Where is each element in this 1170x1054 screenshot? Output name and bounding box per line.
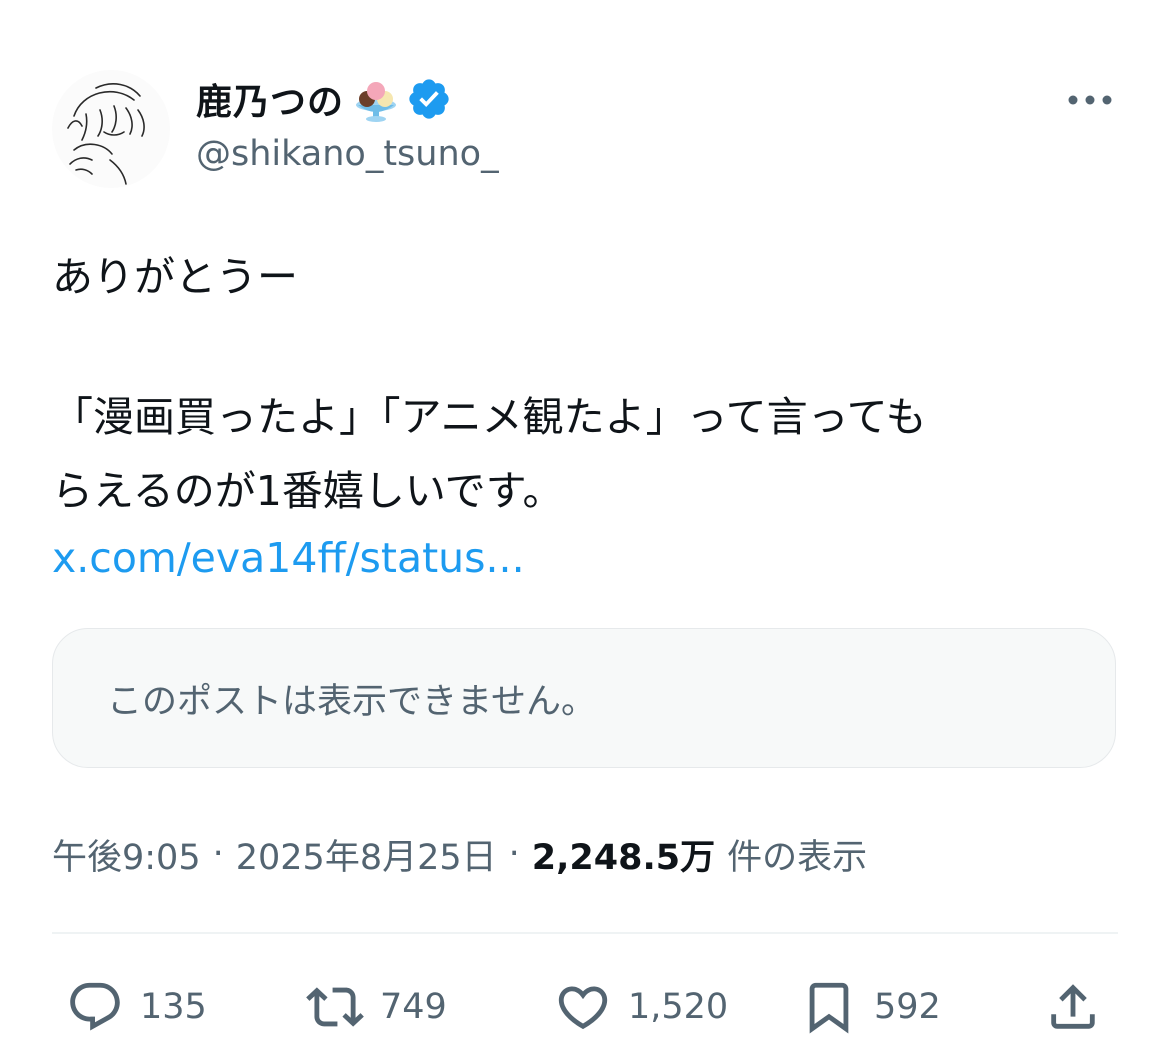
like-button[interactable]: 1,520	[554, 976, 728, 1038]
bookmark-icon	[809, 982, 849, 1034]
tweet-line: ありがとうー	[52, 253, 298, 301]
tweet-link[interactable]: x.com/eva14ff/status...	[52, 526, 525, 590]
tweet-line: らえるのが1番嬉しいです。	[52, 467, 564, 515]
author-name-row[interactable]: 鹿乃つの	[196, 68, 452, 130]
avatar[interactable]	[52, 70, 170, 188]
author-handle[interactable]: @shikano_tsuno_	[196, 134, 499, 174]
tweet-line: 「漫画買ったよ」「アニメ観たよ」って言っても	[52, 393, 927, 441]
ice-cream-icon	[356, 82, 397, 122]
share-button[interactable]	[1044, 976, 1102, 1038]
bookmark-button[interactable]: 592	[800, 976, 941, 1038]
heart-icon	[558, 986, 608, 1030]
quoted-post-unavailable-text: このポストは表示できません。	[107, 682, 596, 722]
meta-separator: ·	[508, 834, 520, 874]
reply-button[interactable]: 135	[66, 976, 207, 1038]
share-icon	[1051, 984, 1095, 1029]
reply-count: 135	[140, 987, 207, 1027]
tweet-line	[52, 314, 1132, 380]
tweet-meta: 午後9:05 · 2025年8月25日 · 2,248.5万 件の表示	[52, 826, 867, 882]
author-display-name[interactable]: 鹿乃つの	[196, 73, 344, 125]
repost-icon	[306, 987, 364, 1027]
more-options-button[interactable]	[1062, 80, 1118, 120]
bookmark-count: 592	[874, 987, 941, 1027]
tweet-time[interactable]: 午後9:05	[52, 829, 201, 880]
avatar-sketch-icon	[67, 83, 145, 185]
repost-button[interactable]: 749	[306, 976, 447, 1038]
quoted-post-card[interactable]: このポストは表示できません。	[52, 628, 1116, 768]
meta-separator: ·	[212, 834, 224, 874]
repost-count: 749	[380, 987, 447, 1027]
divider	[52, 932, 1118, 934]
more-dots-icon	[1068, 95, 1112, 105]
tweet-date[interactable]: 2025年8月25日	[236, 829, 497, 880]
views-count[interactable]: 2,248.5万	[532, 829, 715, 880]
verified-badge-icon	[409, 79, 449, 119]
tweet-text: ありがとうー 「漫画買ったよ」「アニメ観たよ」って言っても らえるのが1番嬉しい…	[52, 240, 1132, 528]
views-label: 件の表示	[727, 837, 868, 878]
like-count: 1,520	[628, 987, 729, 1027]
reply-icon	[70, 982, 120, 1031]
